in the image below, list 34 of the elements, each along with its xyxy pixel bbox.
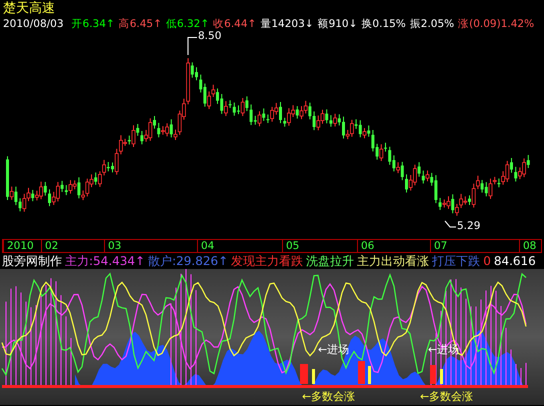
- signal-label: ←多数会涨: [302, 389, 356, 404]
- time-axis-label: 04: [197, 240, 214, 252]
- time-axis-label: 06: [357, 240, 374, 252]
- quote-value: 涨(0.09)1.42%: [458, 17, 534, 31]
- legend-item: 主力:54.434↑: [65, 254, 146, 268]
- quote-value: 额910↓: [318, 17, 358, 31]
- leader-line: [188, 37, 198, 56]
- legend-item: 洗盘拉升: [306, 254, 354, 268]
- time-axis-label: 05: [282, 240, 300, 252]
- quote-value: 开6.34↑: [72, 17, 115, 31]
- time-axis-label: 02: [41, 240, 58, 252]
- quote-value: 换0.15%: [361, 17, 406, 31]
- time-axis-label: 08: [519, 240, 536, 252]
- quote-date: 2010/08/03: [3, 17, 64, 31]
- signal-label: ←多数会涨: [420, 389, 474, 404]
- stock-name: 楚天高速: [2, 0, 56, 17]
- quote-value: 收6.44↑: [213, 17, 256, 31]
- time-axis-label: 2010: [3, 240, 34, 252]
- legend-item: 发现主力看跌: [231, 254, 304, 268]
- price-label: 8.50: [198, 30, 222, 42]
- legend-item: 散户:29.826↑: [148, 254, 228, 268]
- legend-item: 主力出动看涨: [357, 254, 430, 268]
- time-axis-label: 07: [430, 240, 448, 252]
- quote-value: 低6.32↑: [166, 17, 210, 31]
- legend-item: 84.616: [494, 254, 536, 268]
- legend-item: 股旁网制作: [2, 254, 62, 268]
- leader-line: [444, 220, 456, 228]
- legend-item: 0: [483, 254, 491, 268]
- quote-value: 量14203↓: [260, 17, 314, 31]
- quote-value: 高6.45↑: [118, 17, 162, 31]
- time-axis-label: 03: [104, 240, 122, 252]
- quote-value: 振2.05%: [410, 17, 454, 31]
- legend-item: 打压下跌: [432, 254, 480, 268]
- price-label: 5.29: [457, 220, 480, 232]
